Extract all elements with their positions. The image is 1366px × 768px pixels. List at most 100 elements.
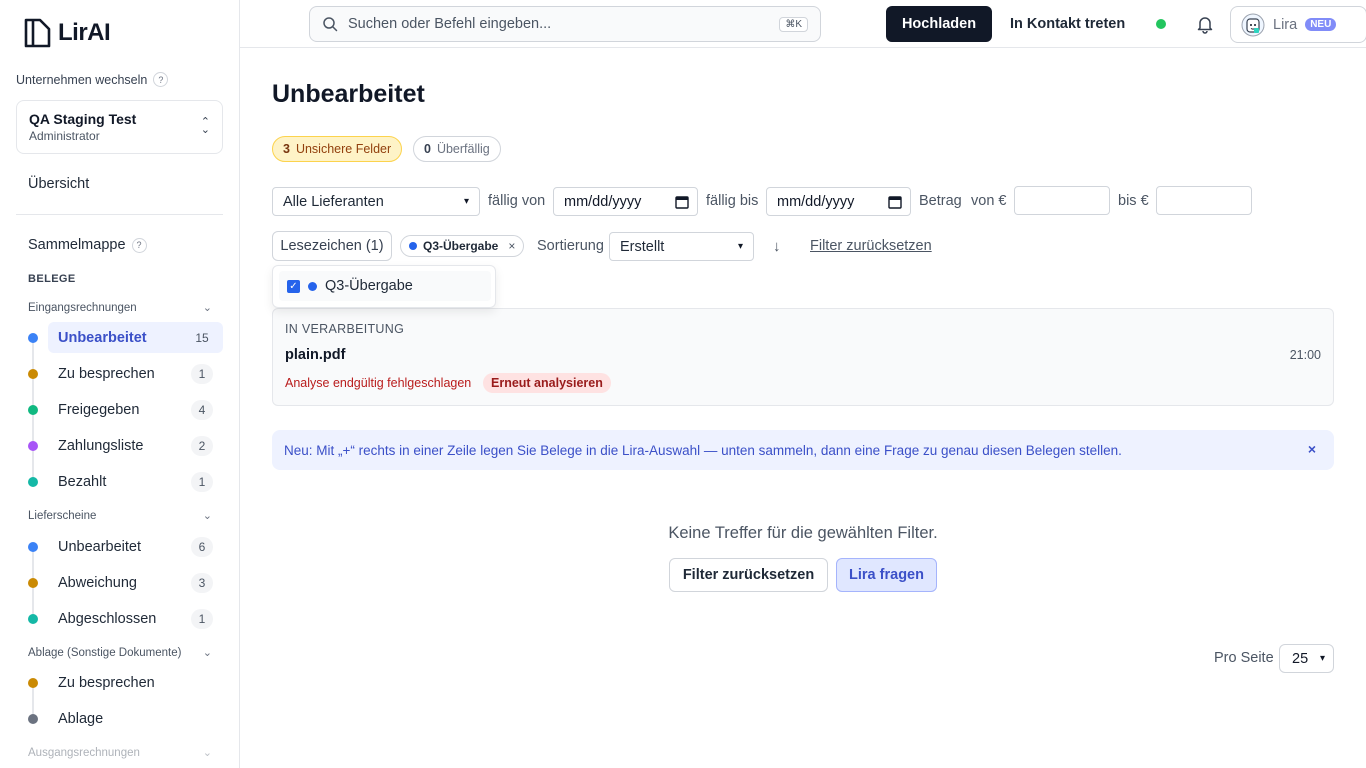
overdue-chip[interactable]: 0 Überfällig (413, 136, 501, 162)
help-icon[interactable]: ? (153, 72, 169, 87)
sidebar-item-lieferscheine-unbearbeitet[interactable]: Unbearbeitet 6 (48, 531, 223, 562)
info-banner-text: Neu: Mit „+“ rechts in einer Zeile legen… (284, 442, 1122, 458)
lira-label: Lira (1273, 16, 1298, 33)
sort-value: Erstellt (620, 238, 665, 255)
bell-icon[interactable] (1195, 14, 1215, 34)
nav-label: Ablage (58, 710, 104, 727)
info-banner: Neu: Mit „+“ rechts in einer Zeile legen… (272, 430, 1334, 470)
sidebar-item-unbearbeitet[interactable]: Unbearbeitet 15 (48, 322, 223, 353)
group-title: Ablage (Sonstige Dokumente) (28, 646, 182, 659)
amount-label: Betrag (919, 193, 962, 209)
sidebar: LirAI Unternehmen wechseln ? QA Staging … (0, 0, 240, 768)
status-dot (28, 578, 38, 588)
page-title: Unbearbeitet (272, 80, 425, 108)
per-page-select[interactable]: 25 ▾ (1279, 644, 1334, 673)
calendar-icon[interactable] (888, 195, 902, 209)
sort-label: Sortierung (537, 238, 604, 254)
group-title: Eingangsrechnungen (28, 301, 137, 314)
sidebar-item-ablage[interactable]: Ablage (48, 703, 223, 734)
sidebar-item-bezahlt[interactable]: Bezahlt 1 (48, 466, 223, 497)
top-bar: ⌘K Hochladen In Kontakt treten Lira NEU (240, 0, 1366, 48)
group-header-eingangsrechnungen[interactable]: Eingangsrechnungen ⌄ (28, 301, 212, 315)
nav-label: Zu besprechen (58, 674, 155, 691)
analysis-error: Analyse endgültig fehlgeschlagen (285, 376, 472, 390)
bookmark-color-dot (308, 281, 317, 291)
company-role: Administrator (29, 129, 100, 143)
sidebar-item-overview[interactable]: Übersicht (28, 176, 89, 192)
due-to-date-input[interactable]: mm/dd/yyyy (766, 187, 911, 216)
section-title-belege: BELEGE (28, 273, 76, 285)
group-title: Lieferscheine (28, 509, 97, 522)
company-switch-text: Unternehmen wechseln (16, 72, 148, 87)
active-bookmark-tag: Q3-Übergabe × (400, 235, 525, 257)
status-dot (28, 714, 38, 724)
logo-document-icon (24, 18, 51, 48)
amount-from-input[interactable] (1014, 186, 1110, 215)
sidebar-item-abgeschlossen[interactable]: Abgeschlossen 1 (48, 603, 223, 634)
supplier-select[interactable]: Alle Lieferanten ▾ (272, 187, 480, 216)
sidebar-item-abweichung[interactable]: Abweichung 3 (48, 567, 223, 598)
sort-direction-icon[interactable]: ↓ (773, 238, 781, 255)
uncertain-label: Unsichere Felder (295, 142, 392, 156)
ask-lira-button[interactable]: Lira fragen (836, 558, 937, 592)
bookmark-option[interactable]: ✓ Q3-Übergabe (279, 271, 491, 301)
sidebar-item-freigegeben[interactable]: Freigegeben 4 (48, 394, 223, 425)
search-bar[interactable]: ⌘K (309, 6, 821, 42)
logo-text: LirAI (58, 19, 111, 46)
nav-label: Bezahlt (58, 473, 107, 490)
bookmark-option-label: Q3-Übergabe (325, 278, 413, 294)
per-page-value: 25 (1292, 650, 1309, 667)
uncertain-fields-chip[interactable]: 3 Unsichere Felder (272, 136, 403, 162)
calendar-icon[interactable] (675, 195, 689, 209)
checkbox-checked-icon[interactable]: ✓ (287, 279, 300, 293)
nav-count: 3 (191, 572, 213, 593)
due-from-date-input[interactable]: mm/dd/yyyy (553, 187, 698, 216)
group-header-lieferscheine[interactable]: Lieferscheine ⌄ (28, 509, 212, 523)
app-logo[interactable]: LirAI (24, 18, 111, 48)
nav-label: Unbearbeitet (58, 538, 142, 555)
help-icon[interactable]: ? (131, 237, 147, 253)
status-dot (28, 369, 38, 379)
sidebar-item-ablage-zu-besprechen[interactable]: Zu besprechen (48, 667, 223, 698)
sort-select[interactable]: Erstellt ▾ (609, 232, 754, 261)
file-name[interactable]: plain.pdf (285, 347, 345, 363)
lira-button[interactable]: Lira NEU (1230, 6, 1366, 43)
retry-analysis-button[interactable]: Erneut analysieren (483, 373, 611, 393)
nav-count: 1 (191, 608, 213, 629)
nav-count: 6 (191, 536, 213, 557)
reset-filters-button[interactable]: Filter zurücksetzen (669, 558, 828, 592)
sammelmappe-label: Sammelmappe (28, 237, 126, 253)
close-icon[interactable]: × (1308, 441, 1316, 457)
search-icon (323, 17, 338, 32)
nav-count: 4 (191, 399, 213, 420)
upload-button[interactable]: Hochladen (886, 6, 992, 42)
nav-count: 1 (191, 363, 213, 384)
company-switcher[interactable]: QA Staging Test Administrator ⌃ ⌄ (16, 100, 223, 154)
nav-count: 2 (191, 435, 213, 456)
per-page-label: Pro Seite (1214, 650, 1274, 666)
contact-button[interactable]: In Kontakt treten (1000, 6, 1135, 42)
search-input[interactable] (348, 16, 780, 32)
processing-status: IN VERARBEITUNG (285, 322, 405, 336)
bookmarks-button[interactable]: Lesezeichen (1) (272, 231, 392, 261)
status-dot (28, 333, 38, 343)
group-header-ausgangsrechnungen[interactable]: Ausgangsrechnungen ⌄ (28, 746, 212, 760)
tag-dot (409, 242, 417, 250)
sidebar-divider (16, 214, 223, 215)
amount-to-input[interactable] (1156, 186, 1252, 215)
company-switch-label: Unternehmen wechseln ? (16, 72, 169, 87)
sidebar-item-zu-besprechen[interactable]: Zu besprechen 1 (48, 358, 223, 389)
status-dot (28, 441, 38, 451)
overdue-label: Überfällig (436, 142, 490, 156)
empty-state-message: Keine Treffer für die gewählten Filter. (668, 524, 938, 542)
sidebar-item-zahlungsliste[interactable]: Zahlungsliste 2 (48, 430, 223, 461)
nav-label: Zu besprechen (58, 365, 155, 382)
reset-filters-link[interactable]: Filter zurücksetzen (810, 238, 932, 254)
tag-remove-icon[interactable]: × (508, 239, 515, 253)
group-header-ablage[interactable]: Ablage (Sonstige Dokumente) ⌄ (28, 646, 212, 660)
group-title: Ausgangsrechnungen (28, 746, 140, 759)
nav-label: Zahlungsliste (58, 437, 144, 454)
bookmark-dropdown: ✓ Q3-Übergabe (272, 265, 496, 308)
status-dot (28, 405, 38, 415)
sidebar-item-sammelmappe[interactable]: Sammelmappe ? (28, 237, 147, 253)
